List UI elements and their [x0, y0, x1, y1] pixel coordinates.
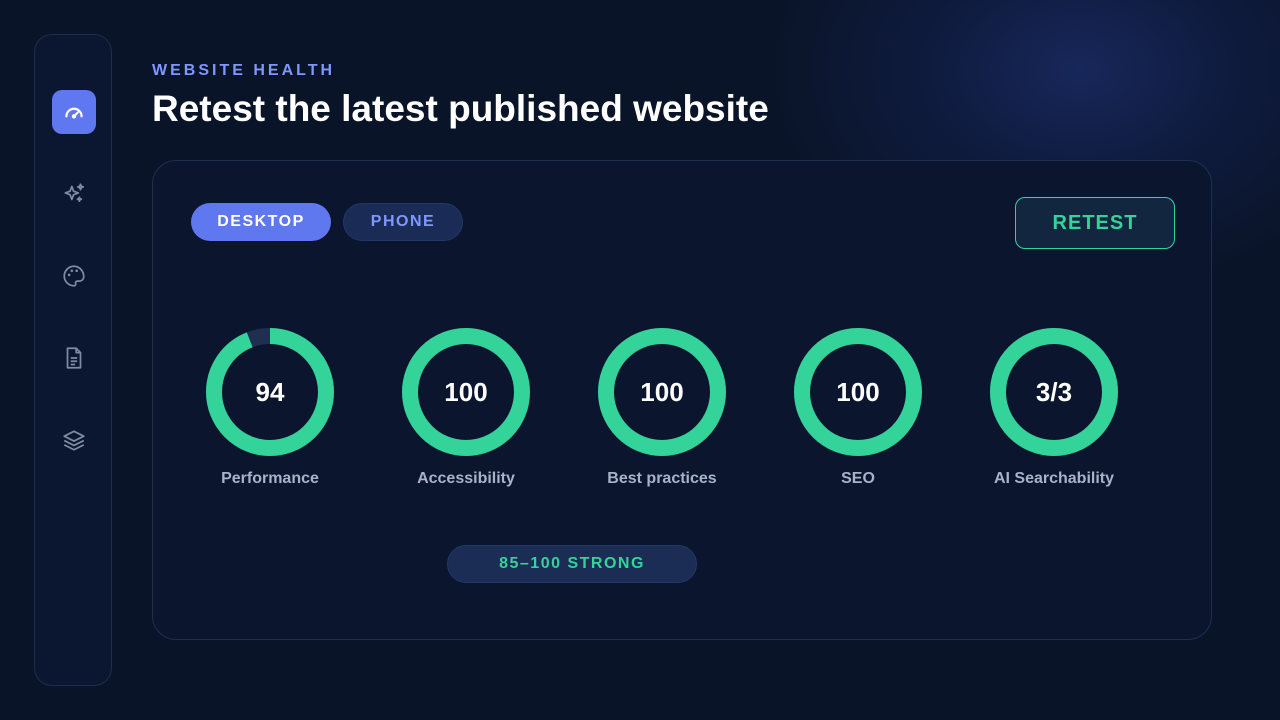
phone-toggle[interactable]: PHONE [343, 203, 463, 241]
section-eyebrow: WEBSITE HEALTH [152, 62, 336, 79]
nav-item-ai[interactable] [52, 172, 96, 216]
retest-button[interactable]: RETEST [1015, 197, 1175, 249]
score-gauge-accessibility: 100 Accessibility [391, 328, 541, 508]
desktop-toggle[interactable]: DESKTOP [191, 203, 331, 241]
nav-item-design[interactable] [52, 254, 96, 298]
score-label: AI Searchability [993, 470, 1115, 487]
score-gauge-seo: 100 SEO [783, 328, 933, 508]
score-range-legend: 85–100 STRONG [447, 545, 697, 583]
nav-item-layers[interactable] [52, 418, 96, 462]
health-card: DESKTOP PHONE RETEST 94 Performance 100 … [152, 160, 1212, 640]
gauge-icon [65, 107, 83, 119]
page-title: Retest the latest published website [152, 88, 769, 129]
layers-icon [63, 430, 85, 451]
score-label: SEO [841, 470, 875, 487]
score-label: Performance [221, 470, 319, 487]
score-gauge-best-practices: 100 Best practices [587, 328, 737, 508]
score-value: 94 [255, 376, 285, 407]
score-gauge-ai-searchability: 3/3 AI Searchability [979, 328, 1129, 508]
palette-icon [63, 265, 85, 287]
nav-item-website-health[interactable] [52, 90, 96, 134]
score-value: 3/3 [1035, 376, 1073, 407]
score-value: 100 [836, 376, 880, 407]
score-label: Accessibility [417, 470, 515, 487]
score-value: 100 [444, 376, 488, 407]
score-gauge-performance: 94 Performance [195, 328, 345, 508]
nav-item-pages[interactable] [52, 336, 96, 380]
score-value: 100 [640, 376, 684, 407]
sparkles-icon [64, 183, 85, 203]
sidebar [34, 34, 112, 686]
document-icon [66, 347, 82, 369]
score-label: Best practices [607, 470, 717, 487]
